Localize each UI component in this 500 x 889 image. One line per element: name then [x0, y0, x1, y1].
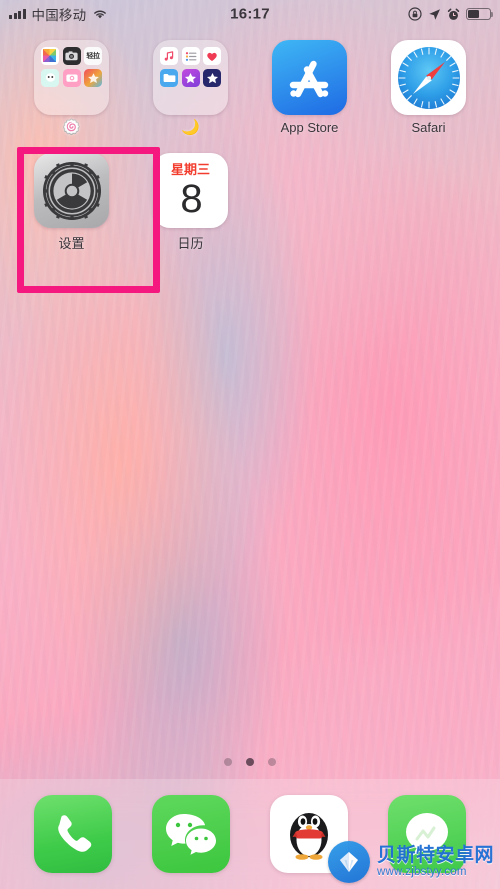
settings-gear-icon[interactable] [34, 153, 109, 228]
health-icon [203, 47, 221, 65]
page-dot-2-active[interactable] [246, 758, 254, 766]
calendar-icon[interactable]: 星期三 8 [153, 153, 228, 228]
watermark-text: 贝斯特安卓网 www.zjbstyy.com [376, 844, 494, 879]
app-label: App Store [280, 120, 339, 135]
app-label: 设置 [58, 236, 85, 251]
safari-compass-icon[interactable] [391, 40, 466, 115]
app-label: 日历 [177, 236, 204, 251]
empty-cell [369, 153, 488, 252]
wifi-icon [92, 8, 108, 20]
folder-preview[interactable] [153, 40, 228, 115]
app-icon-folder-2[interactable]: 🌙 [131, 40, 250, 135]
status-bar-left: 中国移动 [9, 4, 108, 24]
alarm-clock-icon [447, 8, 460, 21]
pink-camera-icon [62, 68, 81, 87]
reminders-icon [181, 47, 200, 65]
app-icon-calendar[interactable]: 星期三 8 日历 [131, 153, 250, 252]
text-note-glyph: 轻拉 [86, 52, 100, 60]
status-bar-clock: 16:17 [230, 5, 270, 23]
watermark-site-name: 贝斯特安卓网 [376, 844, 494, 866]
music-icon [160, 47, 178, 65]
app-icon-folder-1[interactable]: 轻拉 🍥 [12, 40, 131, 135]
camera-icon [62, 47, 81, 65]
battery-icon [466, 8, 494, 20]
purple-star-icon [181, 68, 200, 87]
app-icon-safari[interactable]: Safari [369, 40, 488, 135]
photos-icon [41, 47, 59, 65]
wechat-bubbles-icon[interactable] [152, 795, 230, 873]
app-icon-settings[interactable]: 设置 [12, 153, 131, 252]
home-screen-icon-grid: 轻拉 🍥 🌙 App Store Safari 设置 星期三 8 日历 [0, 40, 500, 252]
watermark-url: www.zjbstyy.com [376, 866, 467, 879]
site-watermark: 贝斯特安卓网 www.zjbstyy.com [327, 841, 494, 883]
status-bar: 中国移动 16:17 [0, 0, 500, 28]
text-note-icon: 轻拉 [84, 47, 102, 65]
location-arrow-icon [428, 8, 441, 21]
app-label: 🌙 [181, 119, 200, 136]
calendar-weekday: 星期三 [170, 162, 210, 177]
app-label: Safari [411, 120, 446, 135]
carrier-label: 中国移动 [31, 8, 87, 23]
app-store-icon[interactable] [272, 40, 347, 115]
folder-preview[interactable]: 轻拉 [34, 40, 109, 115]
face-app-icon [41, 68, 59, 87]
status-bar-right [408, 7, 494, 21]
page-indicator-dots[interactable] [0, 758, 500, 766]
signal-bars-icon [9, 9, 26, 19]
colorful-art-icon [84, 68, 102, 87]
app-label: 🍥 [62, 119, 81, 136]
imovie-star-icon [203, 68, 221, 87]
rotation-lock-icon [408, 7, 422, 21]
shell-diamond-logo-icon [327, 841, 370, 883]
page-dot-3[interactable] [268, 758, 276, 766]
files-icon [160, 68, 178, 87]
page-dot-1[interactable] [224, 758, 232, 766]
calendar-day-number: 8 [180, 177, 202, 221]
empty-cell [250, 153, 369, 252]
phone-handset-icon[interactable] [34, 795, 112, 873]
app-icon-app-store[interactable]: App Store [250, 40, 369, 135]
